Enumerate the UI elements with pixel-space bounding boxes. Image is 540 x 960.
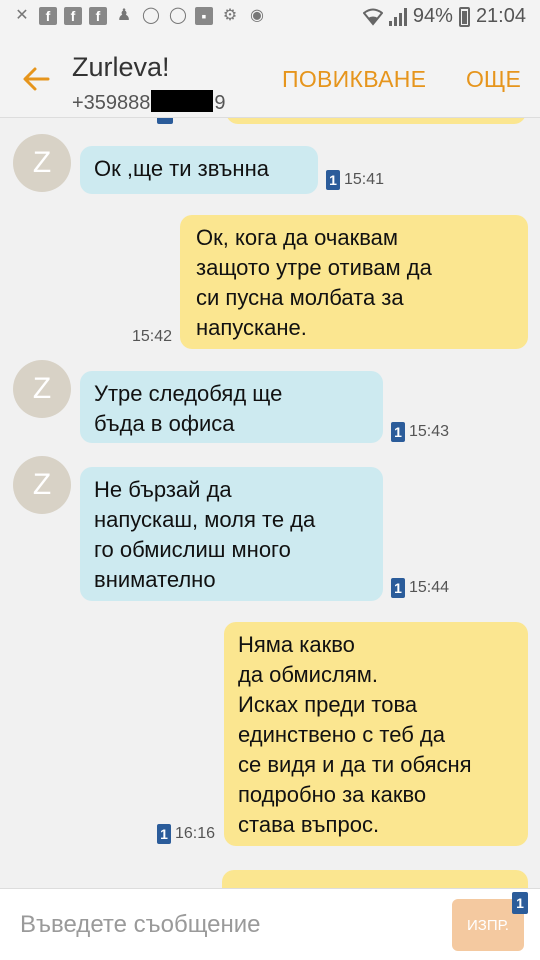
redaction-bar bbox=[151, 90, 214, 112]
message-bubble-incoming[interactable]: Не бързай да напускаш, моля те да го обм… bbox=[80, 467, 383, 601]
system-status: 94% 21:04 bbox=[362, 5, 526, 28]
clock: 21:04 bbox=[475, 5, 526, 27]
number-suffix: 9 bbox=[214, 92, 226, 114]
sim-badge: 1 bbox=[391, 422, 405, 442]
sim-badge: 1 bbox=[326, 170, 340, 190]
signal-icon bbox=[388, 7, 407, 26]
contact-number: +359888 9 bbox=[72, 90, 226, 115]
sim-badge: 1 bbox=[391, 578, 405, 598]
message-bubble-outgoing[interactable]: Ок, кога да очаквам защото утре отивам д… bbox=[180, 215, 528, 349]
partial-message-bubble bbox=[222, 870, 528, 888]
message-time: 15:43 bbox=[409, 423, 450, 440]
sim-badge: 1 bbox=[157, 824, 171, 844]
messenger-icon: ◉ bbox=[250, 7, 264, 24]
battery-percent: 94% bbox=[412, 5, 453, 27]
message-meta: 1 15:44 bbox=[391, 578, 449, 598]
message-time: 15:41 bbox=[344, 171, 385, 188]
message-meta: 1 16:16 bbox=[157, 824, 215, 844]
conversation-header: Zurleva! +359888 9 ПОВИКВАНЕ ОЩЕ bbox=[0, 36, 540, 118]
message-meta: 1 15:43 bbox=[391, 422, 449, 442]
settings-icon: ⚙ bbox=[222, 7, 238, 24]
viber-icon: ◯ bbox=[142, 7, 160, 24]
status-bar: ✕ f f f ♟ ◯ ◯ ▪ ⚙ ◉ 94% 21:04 bbox=[0, 0, 540, 36]
message-list[interactable]: Z Ок ,ще ти звънна 1 15:41 15:42 Ок, ког… bbox=[0, 118, 540, 888]
wifi-icon bbox=[362, 7, 383, 27]
contact-avatar[interactable]: Z bbox=[13, 456, 71, 514]
message-bubble-incoming[interactable]: Утре следобяд ще бъда в офиса bbox=[80, 371, 383, 443]
message-time: 15:42 bbox=[132, 328, 173, 345]
call-button[interactable]: ПОВИКВАНЕ bbox=[282, 66, 426, 93]
message-meta: 1 15:41 bbox=[326, 170, 384, 190]
contact-avatar[interactable]: Z bbox=[13, 360, 71, 418]
message-meta: 15:42 bbox=[132, 328, 172, 346]
back-button[interactable] bbox=[20, 62, 54, 96]
contact-name: Zurleva! bbox=[72, 52, 170, 82]
whatsapp-icon: ◯ bbox=[169, 7, 187, 24]
partial-message-bubble bbox=[226, 118, 526, 124]
facebook-icon: f bbox=[89, 7, 107, 25]
add-contact-icon: ♟ bbox=[116, 7, 132, 24]
sim-badge bbox=[157, 118, 173, 124]
message-time: 16:16 bbox=[175, 825, 216, 842]
message-input[interactable] bbox=[20, 905, 420, 945]
number-prefix: +359888 bbox=[72, 92, 151, 114]
battery-icon bbox=[458, 6, 470, 27]
message-time: 15:44 bbox=[409, 579, 450, 596]
message-bubble-outgoing[interactable]: Няма какво да обмислям. Исках преди това… bbox=[224, 622, 528, 846]
message-bubble-incoming[interactable]: Ок ,ще ти звънна bbox=[80, 146, 318, 194]
facebook-icon: f bbox=[64, 7, 82, 25]
contact-avatar[interactable]: Z bbox=[13, 134, 71, 192]
sim-badge: 1 bbox=[512, 892, 528, 914]
notification-icons: ✕ f f f ♟ ◯ ◯ ▪ ⚙ ◉ bbox=[12, 6, 267, 26]
compose-bar: ИЗПР. bbox=[0, 888, 540, 960]
arrow-left-icon bbox=[23, 67, 50, 91]
facebook-icon: f bbox=[39, 7, 57, 25]
more-button[interactable]: ОЩЕ bbox=[466, 66, 521, 93]
gallery-icon: ▪ bbox=[195, 7, 213, 25]
missed-call-icon: ✕ bbox=[15, 7, 29, 24]
